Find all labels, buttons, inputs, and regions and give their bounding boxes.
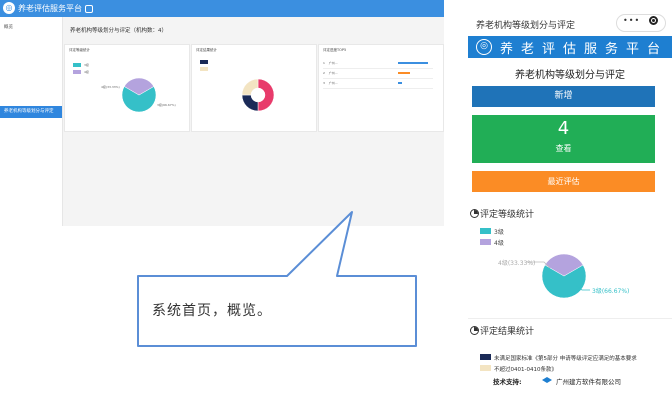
result-legend-1: 未满足国家标准《第5部分 申请等级评定应满足的基本要求	[494, 356, 637, 362]
page-title: 养老机构等级划分与评定	[515, 70, 625, 81]
mobile-screenshot: 养老机构等级划分与评定 ••• ◎ 养老评估服务平台 养老机构等级划分与评定 新…	[468, 8, 672, 400]
legend-swatch	[480, 354, 491, 360]
view-label: 查看	[555, 144, 572, 153]
legend-swatch	[480, 365, 491, 371]
new-button[interactable]: 新增	[472, 86, 655, 107]
company-logo-icon	[542, 377, 552, 383]
divider	[468, 318, 672, 319]
result-legend-2: 不超过0401-0410条款》	[494, 367, 557, 373]
legend-label: 3级	[494, 229, 504, 236]
logo-icon: ◎	[476, 39, 492, 55]
legend-label: 4级	[494, 240, 504, 247]
section-title-result: 评定结果统计	[480, 327, 535, 337]
pie-label-right: 3级(66.67%)	[592, 288, 630, 295]
recent-assessment-button[interactable]: 最近评估	[472, 171, 655, 192]
view-count: 4	[557, 118, 570, 139]
banner-title: 养老评估服务平台	[500, 42, 669, 57]
pie-label-left: 4级(33.33%)	[498, 260, 536, 267]
tech-support-label: 技术支持:	[493, 378, 522, 386]
nav-title: 养老机构等级划分与评定	[476, 21, 576, 31]
legend-swatch-4	[480, 239, 491, 245]
section-title-level: 评定等级统计	[480, 210, 535, 220]
level-pie-mobile	[526, 253, 590, 299]
legend-swatch-3	[480, 228, 491, 234]
target-icon-dot	[652, 19, 655, 22]
callout-caption: 系统首页，概览。	[152, 303, 272, 319]
pie-chart-icon	[470, 326, 479, 335]
more-dots-icon[interactable]: •••	[623, 16, 640, 26]
pie-chart-icon	[470, 209, 479, 218]
company-name: 广州建方软件有限公司	[556, 378, 621, 386]
view-button[interactable]: 4 查看	[472, 115, 655, 163]
